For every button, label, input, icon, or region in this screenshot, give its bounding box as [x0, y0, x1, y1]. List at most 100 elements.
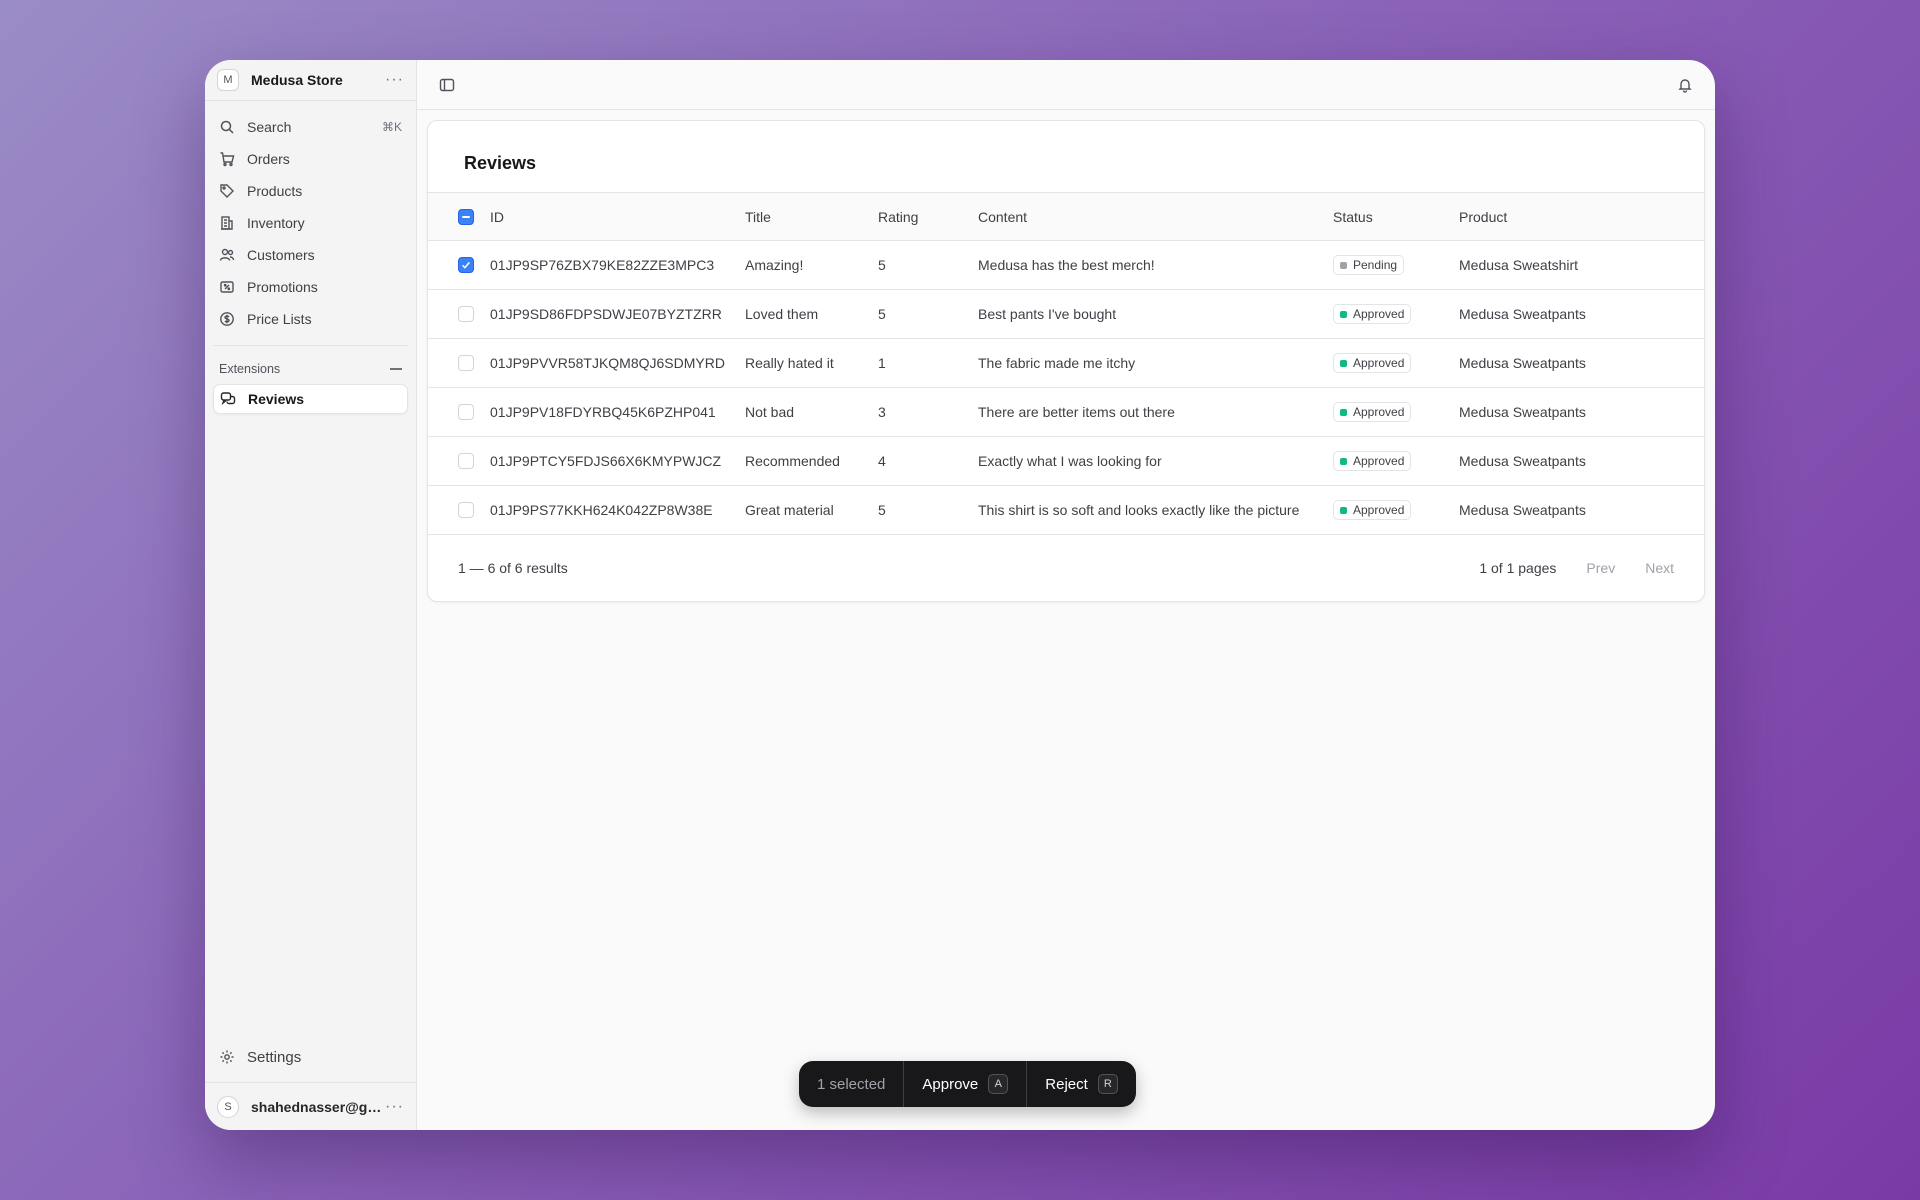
sidebar: M Medusa Store ··· Search ⌘K Orders Prod…: [205, 60, 417, 1130]
cell-id: 01JP9PTCY5FDJS66X6KMYPWJCZ: [490, 436, 745, 486]
store-switcher[interactable]: M Medusa Store ···: [205, 60, 416, 101]
sidebar-item-orders[interactable]: Orders: [205, 143, 416, 175]
extensions-section-header[interactable]: Extensions: [205, 356, 416, 382]
cell-rating: 5: [878, 240, 978, 290]
selection-command-bar: 1 selected Approve A Reject R: [799, 1061, 1136, 1107]
sidebar-item-search[interactable]: Search ⌘K: [205, 111, 416, 143]
status-label: Pending: [1353, 258, 1398, 272]
cell-id: 01JP9SD86FDPSDWJE07BYZTZRR: [490, 289, 745, 339]
row-checkbox[interactable]: [458, 257, 474, 273]
reviews-table: ID Title Rating Content Status Product 0…: [428, 192, 1704, 535]
sidebar-item-label: Reviews: [248, 391, 305, 407]
sidebar-item-reviews[interactable]: Reviews: [213, 384, 408, 414]
status-badge: Approved: [1333, 353, 1412, 373]
cell-title: Loved them: [745, 289, 878, 339]
cell-rating: 3: [878, 387, 978, 437]
cell-status: Approved: [1333, 289, 1459, 339]
cell-content: This shirt is so soft and looks exactly …: [978, 485, 1333, 535]
sidebar-item-price-lists[interactable]: Price Lists: [205, 303, 416, 335]
cell-id: 01JP9PS77KKH624K042ZP8W38E: [490, 485, 745, 535]
tag-icon: [219, 183, 235, 199]
bell-icon[interactable]: [1675, 75, 1695, 95]
table-row[interactable]: 01JP9PV18FDYRBQ45K6PZHP041 Not bad 3 The…: [428, 387, 1704, 437]
table-row[interactable]: 01JP9SD86FDPSDWJE07BYZTZRR Loved them 5 …: [428, 289, 1704, 339]
status-dot: [1340, 457, 1347, 465]
sidebar-item-inventory[interactable]: Inventory: [205, 207, 416, 239]
table-row[interactable]: 01JP9PVVR58TJKQM8QJ6SDMYRD Really hated …: [428, 338, 1704, 388]
topbar: [417, 60, 1715, 110]
cell-title: Great material: [745, 485, 878, 535]
table-row[interactable]: 01JP9PTCY5FDJS66X6KMYPWJCZ Recommended 4…: [428, 436, 1704, 486]
cell-product: Medusa Sweatshirt: [1459, 240, 1704, 290]
reject-label: Reject: [1045, 1075, 1088, 1093]
cell-product: Medusa Sweatpants: [1459, 289, 1704, 339]
column-header-title[interactable]: Title: [745, 193, 878, 241]
select-all-checkbox[interactable]: [458, 208, 474, 225]
status-badge: Pending: [1333, 255, 1405, 275]
row-checkbox[interactable]: [458, 453, 474, 469]
cell-status: Pending: [1333, 240, 1459, 290]
status-label: Approved: [1353, 356, 1405, 370]
column-header-status[interactable]: Status: [1333, 193, 1459, 241]
row-checkbox[interactable]: [458, 306, 474, 322]
sidebar-item-label: Inventory: [247, 215, 305, 231]
user-email: shahednasser@gmai...: [251, 1098, 385, 1115]
status-dot: [1340, 506, 1347, 514]
approve-button[interactable]: Approve A: [904, 1061, 1028, 1107]
cell-title: Recommended: [745, 436, 878, 486]
status-label: Approved: [1353, 503, 1405, 517]
store-avatar: M: [217, 69, 239, 91]
row-checkbox[interactable]: [458, 355, 474, 371]
extensions-label: Extensions: [219, 362, 281, 376]
cell-status: Approved: [1333, 387, 1459, 437]
cell-rating: 1: [878, 338, 978, 388]
column-header-content[interactable]: Content: [978, 193, 1333, 241]
table-row[interactable]: 01JP9SP76ZBX79KE82ZZE3MPC3 Amazing! 5 Me…: [428, 240, 1704, 290]
status-badge: Approved: [1333, 402, 1412, 422]
sidebar-item-label: Promotions: [247, 279, 318, 295]
sidebar-item-label: Orders: [247, 151, 290, 167]
column-header-rating[interactable]: Rating: [878, 193, 978, 241]
user-menu-icon[interactable]: ···: [385, 1098, 404, 1116]
row-checkbox[interactable]: [458, 404, 474, 420]
cell-product: Medusa Sweatpants: [1459, 485, 1704, 535]
sidebar-item-products[interactable]: Products: [205, 175, 416, 207]
cell-product: Medusa Sweatpants: [1459, 436, 1704, 486]
cell-content: Medusa has the best merch!: [978, 240, 1333, 290]
reject-shortcut: R: [1097, 1074, 1118, 1094]
status-badge: Approved: [1333, 304, 1412, 324]
sidebar-item-settings[interactable]: Settings: [205, 1038, 416, 1076]
collapse-icon[interactable]: [390, 368, 402, 370]
table-row[interactable]: 01JP9PS77KKH624K042ZP8W38E Great materia…: [428, 485, 1704, 535]
search-shortcut: ⌘K: [381, 120, 402, 134]
sidebar-item-customers[interactable]: Customers: [205, 239, 416, 271]
user-menu[interactable]: S shahednasser@gmai... ···: [205, 1082, 416, 1130]
sidebar-item-promotions[interactable]: Promotions: [205, 271, 416, 303]
cell-content: Best pants I've bought: [978, 289, 1333, 339]
column-header-id[interactable]: ID: [490, 193, 745, 241]
cell-status: Approved: [1333, 485, 1459, 535]
cell-title: Not bad: [745, 387, 878, 437]
store-name: Medusa Store: [251, 72, 343, 88]
column-header-product[interactable]: Product: [1459, 193, 1704, 241]
row-checkbox[interactable]: [458, 502, 474, 518]
currency-dollar-icon: [219, 311, 235, 327]
cell-id: 01JP9SP76ZBX79KE82ZZE3MPC3: [490, 240, 745, 290]
building-icon: [219, 215, 235, 231]
sidebar-divider: [213, 345, 408, 346]
search-icon: [219, 119, 235, 135]
sidebar-item-label: Products: [247, 183, 303, 199]
reject-button[interactable]: Reject R: [1027, 1061, 1136, 1107]
cell-product: Medusa Sweatpants: [1459, 338, 1704, 388]
pagination-pages: 1 of 1 pages: [1479, 560, 1557, 576]
next-page-button[interactable]: Next: [1645, 560, 1674, 576]
cell-product: Medusa Sweatpants: [1459, 387, 1704, 437]
selected-count: 1 selected: [799, 1061, 905, 1107]
receipt-percent-icon: [219, 279, 235, 295]
sidebar-item-label: Price Lists: [247, 311, 312, 327]
approve-shortcut: A: [988, 1074, 1009, 1094]
store-menu-icon[interactable]: ···: [385, 71, 404, 89]
prev-page-button[interactable]: Prev: [1586, 560, 1615, 576]
sidebar-toggle-icon[interactable]: [437, 75, 457, 95]
chat-bubbles-icon: [220, 391, 236, 407]
